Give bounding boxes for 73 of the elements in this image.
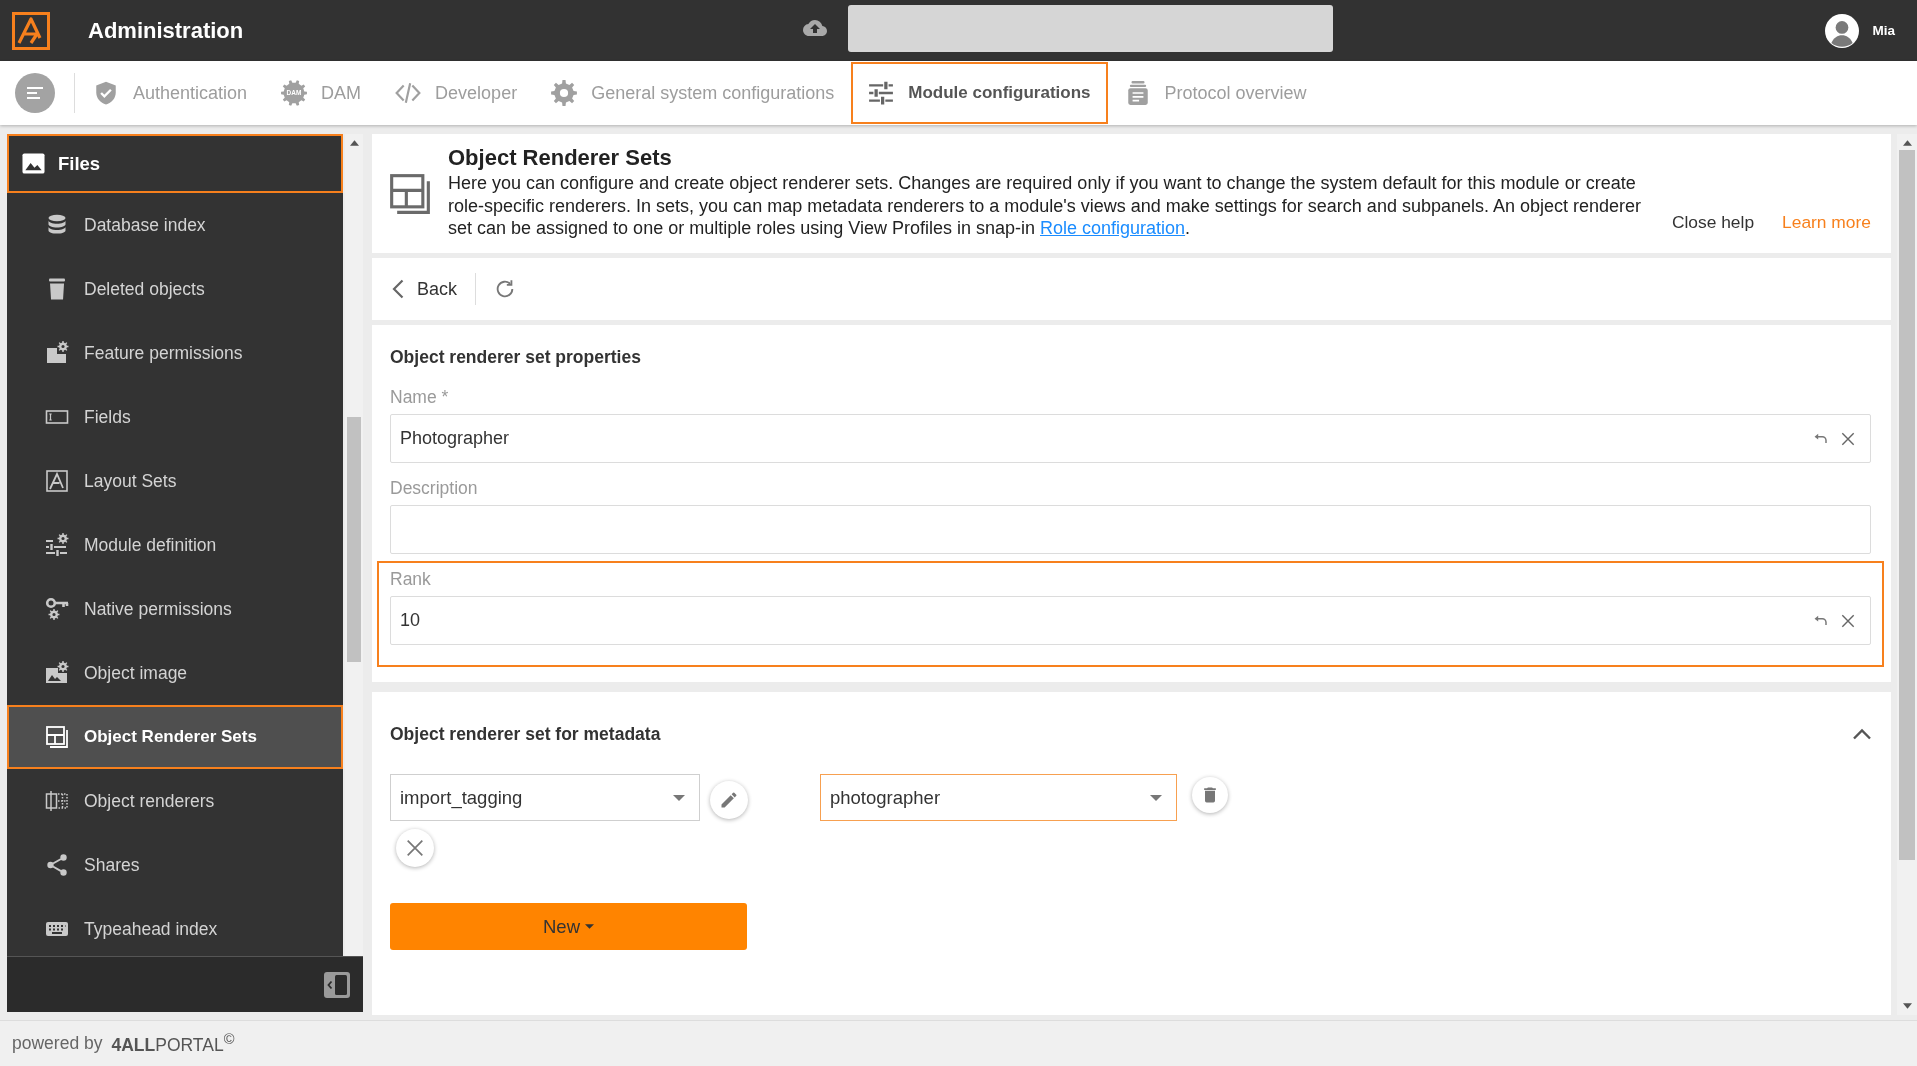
undo-icon[interactable] bbox=[1813, 433, 1828, 444]
page-title: Object Renderer Sets bbox=[448, 144, 673, 172]
panels-icon bbox=[388, 171, 432, 216]
close-icon[interactable] bbox=[1841, 613, 1855, 628]
scroll-down-icon[interactable] bbox=[1902, 1003, 1912, 1009]
chevron-left-icon bbox=[392, 279, 404, 299]
sidebar-item[interactable]: Layout Sets bbox=[7, 449, 343, 513]
sidebar-item[interactable]: Deleted objects bbox=[7, 257, 343, 321]
scrollbar-thumb[interactable] bbox=[347, 417, 361, 662]
sidebar-item[interactable]: Fields bbox=[7, 385, 343, 449]
powered-by-text: powered by bbox=[12, 1033, 103, 1054]
help-text: Here you can configure and create object renderer sets. Changes are required only if you want to change the system default for this module or create role-specific renderers. In sets, you can map metadata renderers to a module's views and make settings for search and subpanels. An object renderer set can be assigned to one or multiple roles using View Profiles in snap-in Role configuration. bbox=[448, 172, 1643, 240]
new-button[interactable]: New bbox=[390, 903, 747, 950]
sidebar-item[interactable]: Feature permissions bbox=[7, 321, 343, 385]
input-field[interactable] bbox=[390, 505, 1871, 554]
section-title: Object renderer set for metadata bbox=[390, 724, 661, 744]
shield-check-icon bbox=[93, 80, 119, 106]
input-field[interactable]: 10 bbox=[390, 596, 1871, 645]
sidebar-item[interactable]: Module definition bbox=[7, 513, 343, 577]
key-gear-icon bbox=[45, 597, 69, 621]
scrollbar-thumb[interactable] bbox=[1899, 150, 1915, 860]
field-label: Description bbox=[390, 478, 479, 498]
chevron-icon[interactable] bbox=[1852, 728, 1872, 740]
frame-icon bbox=[45, 469, 69, 493]
sidebar-item[interactable]: Database index bbox=[7, 193, 343, 257]
sidebar-item[interactable]: Native permissions bbox=[7, 577, 343, 641]
sidebar-item[interactable]: Shares bbox=[7, 833, 343, 897]
edit-button[interactable] bbox=[710, 780, 748, 819]
back-button[interactable]: Back bbox=[392, 278, 458, 300]
input-field[interactable]: Photographer bbox=[390, 414, 1871, 463]
user-name[interactable]: Mia bbox=[1872, 23, 1895, 38]
close-icon bbox=[406, 839, 424, 857]
close-icon[interactable] bbox=[1841, 431, 1855, 446]
tab[interactable]: Module configurations bbox=[851, 62, 1108, 124]
section-title: Object renderer set properties bbox=[389, 347, 642, 367]
dropdown[interactable]: photographer bbox=[820, 774, 1177, 821]
delete-button[interactable] bbox=[1192, 776, 1228, 813]
image-icon bbox=[22, 152, 45, 175]
menu-button[interactable] bbox=[15, 73, 55, 113]
search-field[interactable] bbox=[848, 5, 1333, 52]
logo-icon[interactable] bbox=[12, 11, 50, 50]
code-icon bbox=[395, 80, 422, 106]
panels-icon bbox=[45, 725, 69, 749]
gear-icon bbox=[551, 80, 578, 106]
field-label: Rank bbox=[390, 569, 432, 589]
caret-icon bbox=[673, 794, 685, 801]
image-gear-icon bbox=[45, 661, 69, 685]
panel-left-icon bbox=[323, 970, 351, 999]
grid-frame-icon bbox=[45, 789, 69, 813]
scroll-up-icon[interactable] bbox=[349, 140, 359, 146]
collapse-sidebar-button[interactable] bbox=[323, 970, 351, 999]
dropdown[interactable]: import_tagging bbox=[390, 774, 700, 821]
scrollbar[interactable] bbox=[1897, 134, 1917, 1015]
module-selector[interactable]: Files bbox=[7, 134, 343, 193]
avatar-icon[interactable] bbox=[1825, 13, 1860, 48]
sliders-icon bbox=[868, 80, 895, 106]
app-title: Administration bbox=[88, 17, 244, 44]
scroll-up-icon[interactable] bbox=[1902, 140, 1912, 146]
caret-icon bbox=[585, 924, 594, 929]
pencil-icon bbox=[719, 789, 739, 810]
undo-icon[interactable] bbox=[1813, 615, 1828, 626]
sliders-gear-icon bbox=[45, 533, 69, 557]
caret-icon bbox=[1150, 794, 1162, 801]
remove-button[interactable] bbox=[396, 829, 434, 867]
field-label: Name * bbox=[390, 387, 450, 407]
brand-name: 4ALLPORTAL$^{©}$ bbox=[111, 1031, 235, 1056]
sidebar-item[interactable]: Object Renderer Sets bbox=[7, 705, 343, 769]
file-gear-icon bbox=[45, 341, 69, 365]
close-help-link[interactable]: Close help bbox=[1671, 212, 1755, 233]
sidebar-item[interactable]: Object image bbox=[7, 641, 343, 705]
scrollbar[interactable] bbox=[345, 134, 363, 956]
sidebar-item[interactable]: Object renderers bbox=[7, 769, 343, 833]
share-icon bbox=[45, 853, 69, 877]
